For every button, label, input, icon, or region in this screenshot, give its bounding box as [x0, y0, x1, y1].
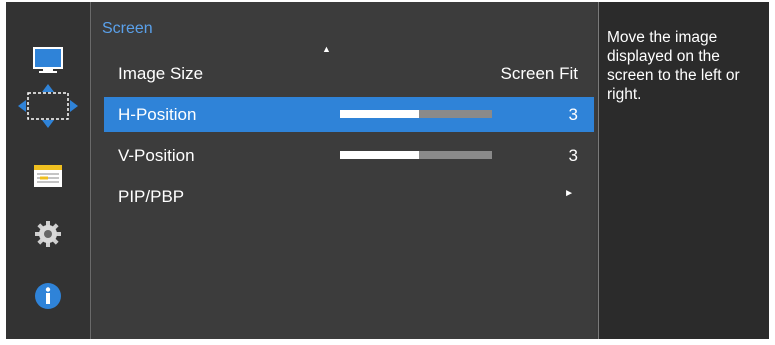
h-position-slider[interactable]: [340, 110, 492, 118]
menu-item-value: 3: [568, 105, 578, 124]
submenu-arrow-icon: ►: [564, 188, 574, 199]
menu-item-label: Image Size: [118, 64, 204, 83]
gear-icon[interactable]: [6, 214, 90, 254]
settings-sliders-icon[interactable]: [6, 156, 90, 196]
menu-item-label: V-Position: [118, 146, 195, 165]
menu-panel: Screen ▲ Image Size Screen Fit H-Positio…: [92, 2, 596, 339]
menu-item-label: H-Position: [118, 105, 197, 124]
info-icon[interactable]: [6, 276, 90, 316]
help-panel: Move the image displayed on the screen t…: [598, 2, 769, 339]
menu-item-v-position[interactable]: V-Position 3: [104, 138, 594, 173]
menu-item-value: Screen Fit: [500, 64, 578, 83]
osd-menu: Screen ▲ Image Size Screen Fit H-Positio…: [6, 2, 769, 339]
menu-item-pip-pbp[interactable]: PIP/PBP ►: [104, 179, 594, 214]
menu-item-label: PIP/PBP: [118, 187, 185, 206]
slider-fill: [340, 110, 420, 118]
help-text: Move the image displayed on the screen t…: [607, 29, 740, 103]
monitor-icon[interactable]: [6, 40, 90, 80]
category-sidebar: [6, 2, 91, 339]
menu-item-image-size[interactable]: Image Size Screen Fit: [104, 56, 594, 91]
position-arrows-icon[interactable]: [6, 82, 90, 130]
menu-item-h-position[interactable]: H-Position 3: [104, 97, 594, 132]
v-position-slider[interactable]: [340, 151, 492, 159]
menu-title: Screen: [102, 20, 153, 37]
scroll-up-indicator[interactable]: ▲: [322, 44, 331, 54]
slider-fill: [340, 151, 420, 159]
menu-item-value: 3: [568, 146, 578, 165]
